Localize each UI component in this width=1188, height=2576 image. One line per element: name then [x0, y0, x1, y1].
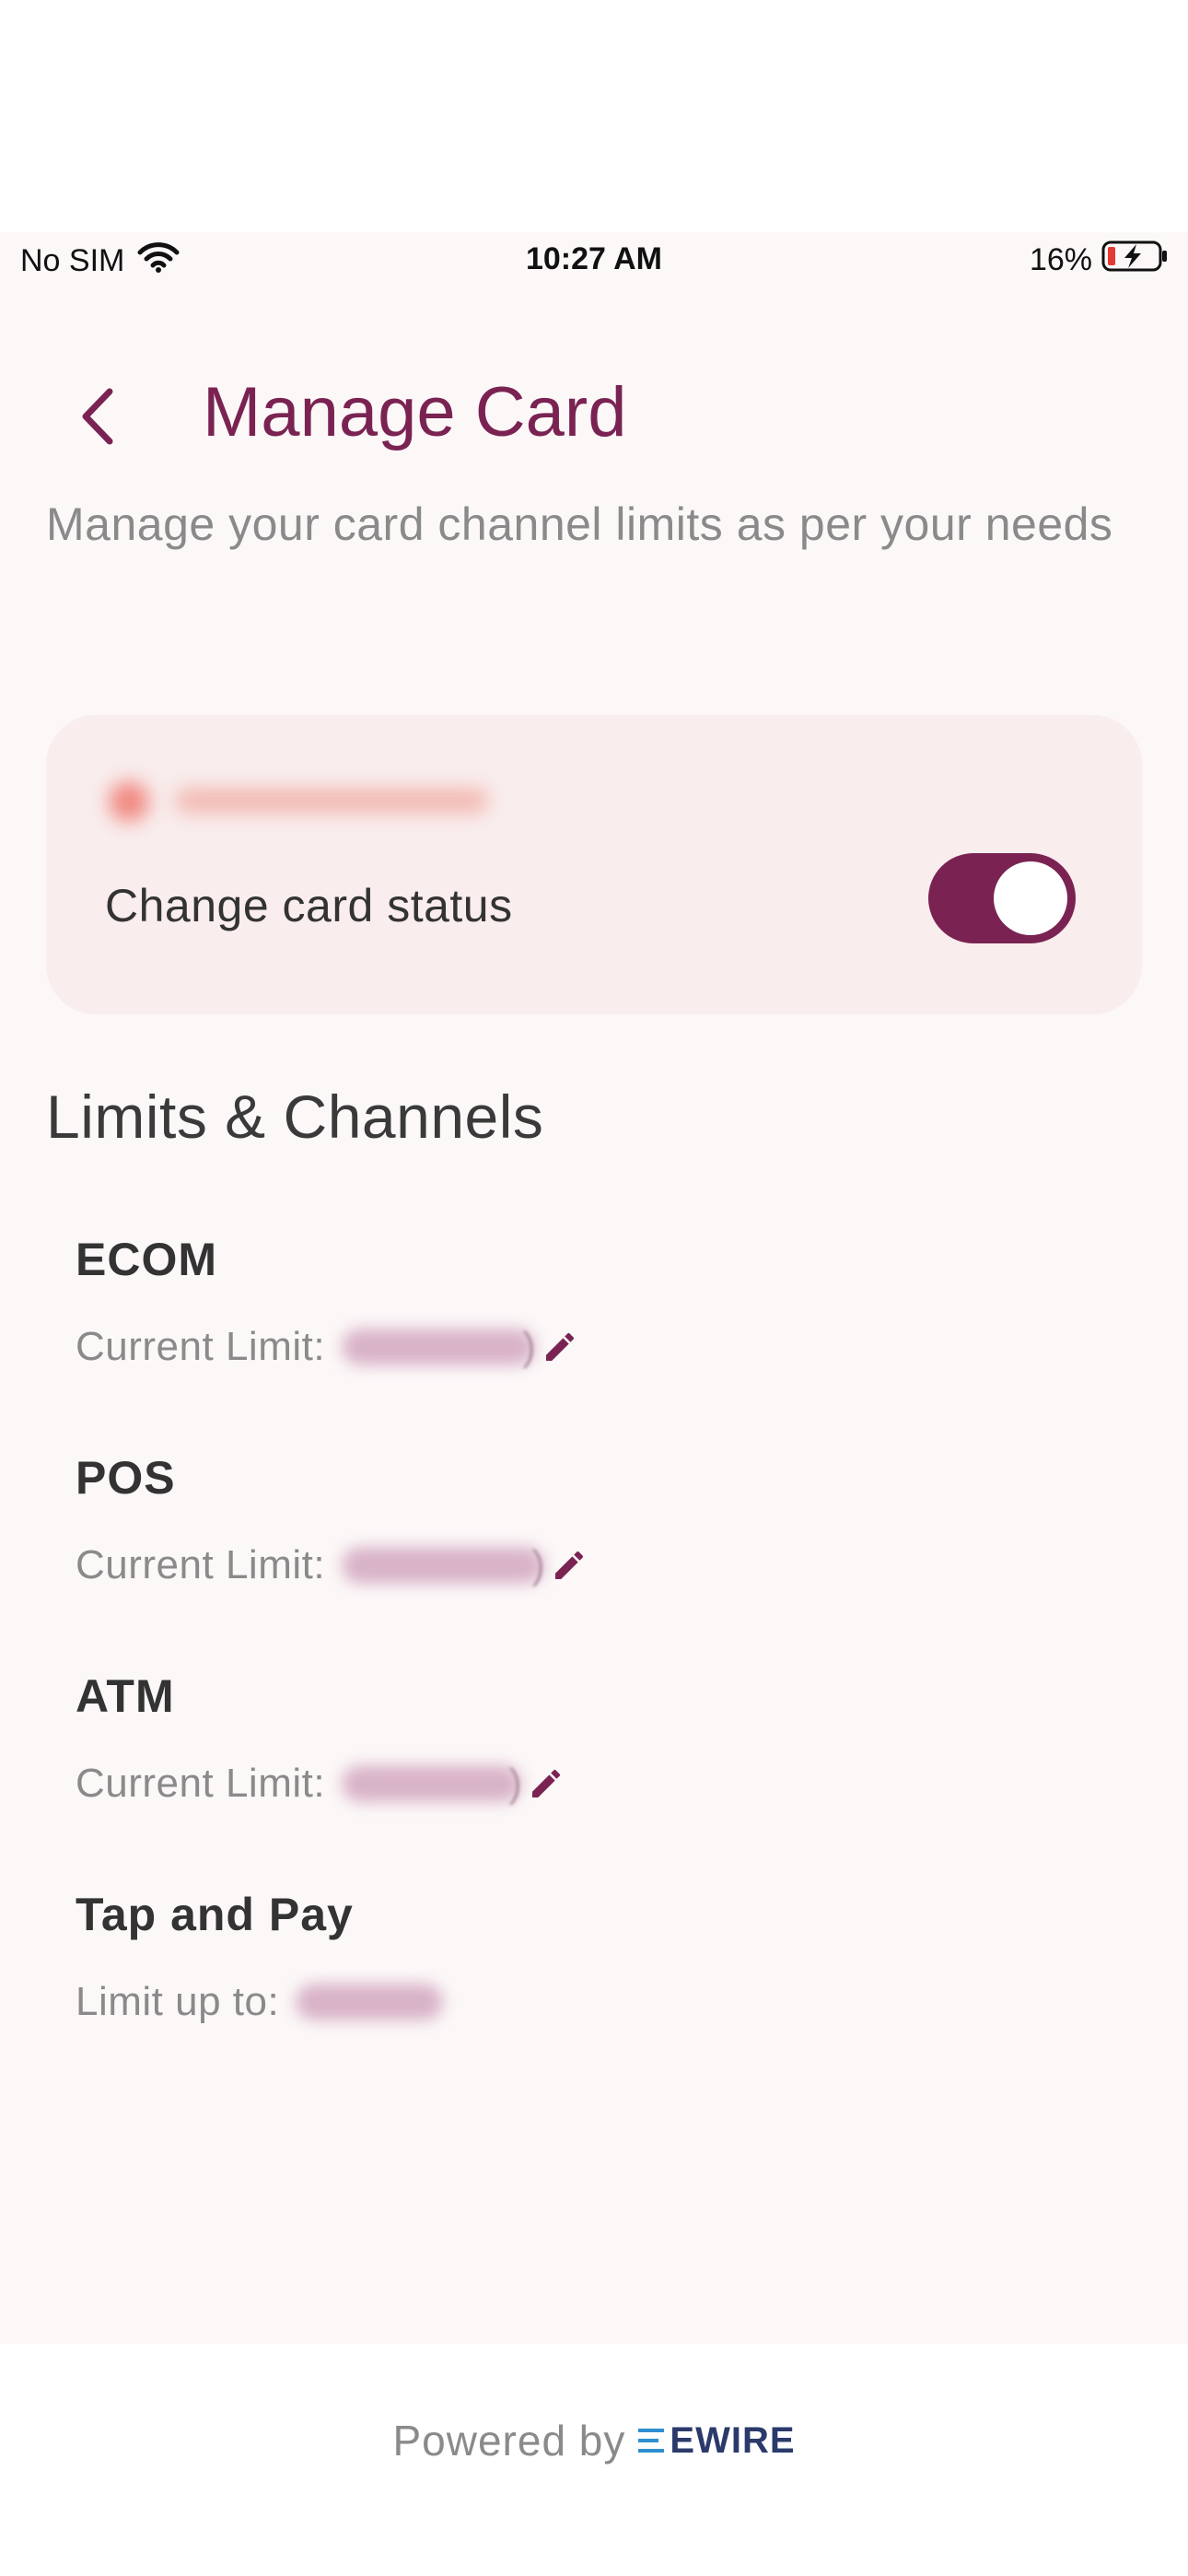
limit-value-redacted: [342, 1547, 545, 1584]
powered-by-footer: Powered by EWIRE: [0, 2416, 1188, 2465]
battery-percent: 16%: [1029, 242, 1092, 277]
powered-by-text: Powered by: [392, 2417, 626, 2465]
channel-name: Tap and Pay: [76, 1889, 354, 1940]
card-status-label: Change card status: [105, 880, 513, 931]
manage-card-screen: No SIM 10:27 AM 16% Manage Card Manage y…: [0, 232, 1188, 2465]
channel-name: ATM: [76, 1670, 175, 1722]
channel-ecom: ECOM Current Limit: ): [76, 1233, 578, 1373]
logo-text: EWIRE: [670, 2419, 796, 2461]
card-name-redacted: [101, 778, 497, 824]
status-right: 16%: [1030, 240, 1170, 281]
pencil-icon: [554, 1551, 583, 1579]
channel-tap-and-pay: Tap and Pay Limit up to:: [76, 1888, 444, 2028]
limit-label: Current Limit:: [76, 1761, 326, 1806]
ewire-logo: EWIRE: [638, 2420, 795, 2462]
battery-charging-icon: [1101, 240, 1170, 281]
status-time: 10:27 AM: [525, 241, 663, 276]
limits-section-title: Limits & Channels: [46, 1083, 544, 1151]
limit-value-redacted: [296, 1984, 444, 2020]
page-title: Manage Card: [203, 373, 627, 451]
card-status-panel: Change card status: [46, 715, 1142, 1014]
status-bar: No SIM 10:27 AM 16%: [0, 232, 1188, 293]
channel-atm: ATM Current Limit: ): [76, 1669, 565, 1809]
limit-label: Current Limit:: [76, 1542, 326, 1587]
chevron-left-icon: [82, 388, 113, 445]
card-status-toggle[interactable]: [928, 853, 1076, 943]
limit-value-redacted: [342, 1765, 522, 1802]
page-subtitle: Manage your card channel limits as per y…: [46, 498, 1113, 550]
edit-limit-button[interactable]: [542, 1329, 578, 1365]
channel-pos: POS Current Limit: ): [76, 1451, 588, 1591]
limit-row: Current Limit: ): [76, 1758, 565, 1809]
channel-name: ECOM: [76, 1234, 217, 1285]
limit-label: Current Limit:: [76, 1324, 326, 1369]
limit-row: Limit up to:: [76, 1976, 444, 2028]
limit-row: Current Limit: ): [76, 1321, 578, 1373]
channel-name: POS: [76, 1452, 176, 1504]
limit-row: Current Limit: ): [76, 1540, 588, 1591]
limit-value-redacted: [342, 1329, 536, 1365]
edit-limit-button[interactable]: [528, 1765, 565, 1802]
edit-limit-button[interactable]: [551, 1547, 588, 1584]
pencil-icon: [531, 1769, 560, 1797]
pencil-icon: [545, 1332, 574, 1361]
toggle-knob: [994, 861, 1067, 935]
limit-label: Limit up to:: [76, 1979, 280, 2024]
logo-mark-icon: [638, 2429, 665, 2453]
back-button[interactable]: [64, 380, 129, 453]
